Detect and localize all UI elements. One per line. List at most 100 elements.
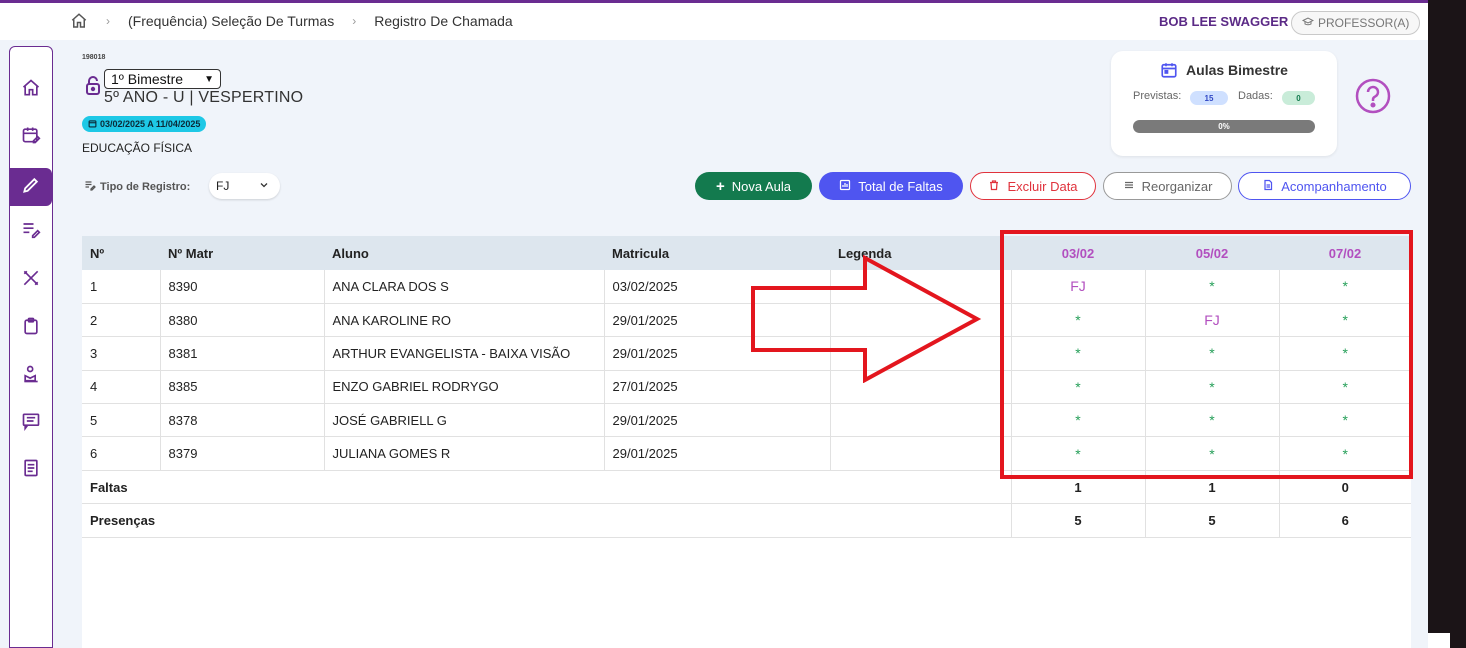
sidebar-item-atividades[interactable] bbox=[10, 309, 52, 347]
presencas-row-value: 6 bbox=[1279, 503, 1411, 538]
breadcrumb-item-selecao-turmas[interactable]: (Frequência) Seleção De Turmas bbox=[128, 13, 334, 29]
sidebar-item-alunos[interactable] bbox=[10, 357, 52, 395]
tipo-registro-label-text: Tipo de Registro: bbox=[100, 180, 191, 193]
dadas-count: 0 bbox=[1282, 91, 1315, 105]
excluir-data-label: Excluir Data bbox=[1007, 178, 1078, 194]
trash-icon bbox=[988, 179, 1000, 194]
acompanhamento-label: Acompanhamento bbox=[1281, 178, 1387, 194]
class-name: 5º ANO - U | VESPERTINO bbox=[104, 89, 304, 106]
nova-aula-button[interactable]: + Nova Aula bbox=[695, 172, 812, 200]
sidebar-item-planejamento[interactable] bbox=[10, 261, 52, 299]
col-header-aluno: Aluno bbox=[324, 236, 604, 270]
acompanhamento-button[interactable]: Acompanhamento bbox=[1238, 172, 1411, 200]
row-matr: 8385 bbox=[160, 370, 325, 405]
background-edge bbox=[1428, 0, 1466, 648]
breadcrumb: › (Frequência) Seleção De Turmas › Regis… bbox=[70, 12, 513, 30]
bimestre-select[interactable]: 1º Bimestre ▼ bbox=[104, 69, 221, 89]
row-aluno: ENZO GABRIEL RODRYGO bbox=[324, 370, 605, 405]
chevron-down-icon: ▼ bbox=[204, 73, 214, 85]
document-icon bbox=[1262, 179, 1274, 194]
lock-icon[interactable] bbox=[85, 76, 101, 101]
home-icon[interactable] bbox=[70, 12, 88, 30]
home-icon bbox=[21, 78, 41, 103]
aulas-card-title-text: Aulas Bimestre bbox=[1186, 62, 1288, 78]
help-icon[interactable] bbox=[1355, 78, 1391, 114]
sidebar-item-home[interactable] bbox=[10, 71, 52, 109]
presencas-row-value: 5 bbox=[1011, 503, 1146, 538]
row-n: 3 bbox=[82, 336, 161, 371]
chevron-down-icon bbox=[258, 179, 270, 194]
sidebar bbox=[9, 46, 53, 648]
total-faltas-label: Total de Faltas bbox=[858, 178, 943, 194]
progress-label: 0% bbox=[1218, 122, 1230, 131]
row-aluno: ARTHUR EVANGELISTA - BAIXA VISÃO bbox=[324, 336, 605, 371]
plus-icon: + bbox=[715, 177, 725, 195]
row-matr: 8381 bbox=[160, 336, 325, 371]
breadcrumb-separator: › bbox=[106, 14, 110, 28]
aulas-card-title: Aulas Bimestre bbox=[1111, 61, 1337, 79]
sidebar-item-mensagens[interactable] bbox=[10, 404, 52, 442]
chart-icon bbox=[839, 179, 851, 194]
graduation-cap-icon bbox=[1301, 16, 1315, 31]
ruler-pencil-icon bbox=[21, 268, 41, 293]
dadas-label: Dadas: bbox=[1238, 90, 1273, 102]
previstas-label: Previstas: bbox=[1133, 90, 1182, 102]
aulas-progress-bar: 0% bbox=[1133, 120, 1315, 133]
row-matr: 8378 bbox=[160, 403, 325, 438]
sidebar-item-registros[interactable] bbox=[10, 212, 52, 250]
presencas-row-label: Presenças bbox=[82, 503, 1012, 538]
clipboard-icon bbox=[21, 316, 41, 341]
sidebar-item-relatorios[interactable] bbox=[10, 451, 52, 489]
calendar-icon bbox=[1160, 61, 1178, 79]
row-n: 4 bbox=[82, 370, 161, 405]
nova-aula-label: Nova Aula bbox=[731, 178, 792, 194]
user-name[interactable]: BOB LEE SWAGGER bbox=[1159, 14, 1288, 29]
sidebar-item-calendar[interactable] bbox=[10, 118, 52, 156]
document-icon bbox=[21, 458, 41, 483]
message-icon bbox=[21, 411, 41, 436]
row-n: 6 bbox=[82, 436, 161, 471]
highlight-box bbox=[1000, 230, 1413, 479]
presencas-row: Presenças 5 5 6 bbox=[82, 503, 1411, 538]
aulas-bimestre-card: Aulas Bimestre Previstas: 15 Dadas: 0 0% bbox=[1111, 51, 1337, 156]
subject-name: EDUCAÇÃO FÍSICA bbox=[82, 141, 193, 155]
row-matr: 8380 bbox=[160, 303, 325, 338]
arrow-annotation-icon bbox=[751, 255, 982, 383]
tipo-registro-select[interactable]: FJ bbox=[209, 173, 280, 199]
row-legenda bbox=[830, 436, 1012, 471]
row-matr: 8390 bbox=[160, 270, 325, 304]
row-aluno: ANA CLARA DOS S bbox=[324, 270, 605, 304]
row-aluno: JOSÉ GABRIELL G bbox=[324, 403, 605, 438]
role-label: PROFESSOR(A) bbox=[1318, 16, 1410, 30]
class-code: 198018 bbox=[82, 54, 106, 61]
menu-icon bbox=[1123, 179, 1135, 194]
sidebar-item-frequencia[interactable] bbox=[10, 168, 52, 206]
tipo-registro-value: FJ bbox=[216, 179, 230, 193]
calendar-edit-icon bbox=[21, 125, 41, 150]
role-badge[interactable]: PROFESSOR(A) bbox=[1291, 11, 1421, 35]
row-matr: 8379 bbox=[160, 436, 325, 471]
pencil-icon bbox=[21, 175, 41, 200]
total-faltas-button[interactable]: Total de Faltas bbox=[819, 172, 963, 200]
reorganizar-button[interactable]: Reorganizar bbox=[1103, 172, 1232, 200]
breadcrumb-separator: › bbox=[352, 14, 357, 28]
top-bar: › (Frequência) Seleção De Turmas › Regis… bbox=[0, 0, 1428, 40]
row-aluno: ANA KAROLINE RO bbox=[324, 303, 605, 338]
row-matricula: 29/01/2025 bbox=[604, 403, 831, 438]
period-badge: 03/02/2025 A 11/04/2025 bbox=[82, 116, 207, 132]
faltas-row-label: Faltas bbox=[82, 470, 1012, 505]
list-edit-icon bbox=[84, 179, 96, 194]
excluir-data-button[interactable]: Excluir Data bbox=[970, 172, 1096, 200]
tipo-registro-label: Tipo de Registro: bbox=[84, 179, 190, 194]
reorganizar-label: Reorganizar bbox=[1141, 178, 1213, 194]
breadcrumb-item-registro-chamada: Registro De Chamada bbox=[374, 13, 513, 29]
previstas-count: 15 bbox=[1190, 91, 1228, 105]
col-header-matr: Nº Matr bbox=[160, 236, 324, 270]
row-matricula: 29/01/2025 bbox=[604, 436, 831, 471]
bimestre-value: 1º Bimestre bbox=[111, 71, 184, 87]
presencas-row-value: 5 bbox=[1145, 503, 1280, 538]
period-text: 03/02/2025 A 11/04/2025 bbox=[100, 119, 201, 129]
list-edit-icon bbox=[21, 219, 41, 244]
calendar-icon bbox=[88, 119, 97, 130]
row-legenda bbox=[830, 403, 1012, 438]
